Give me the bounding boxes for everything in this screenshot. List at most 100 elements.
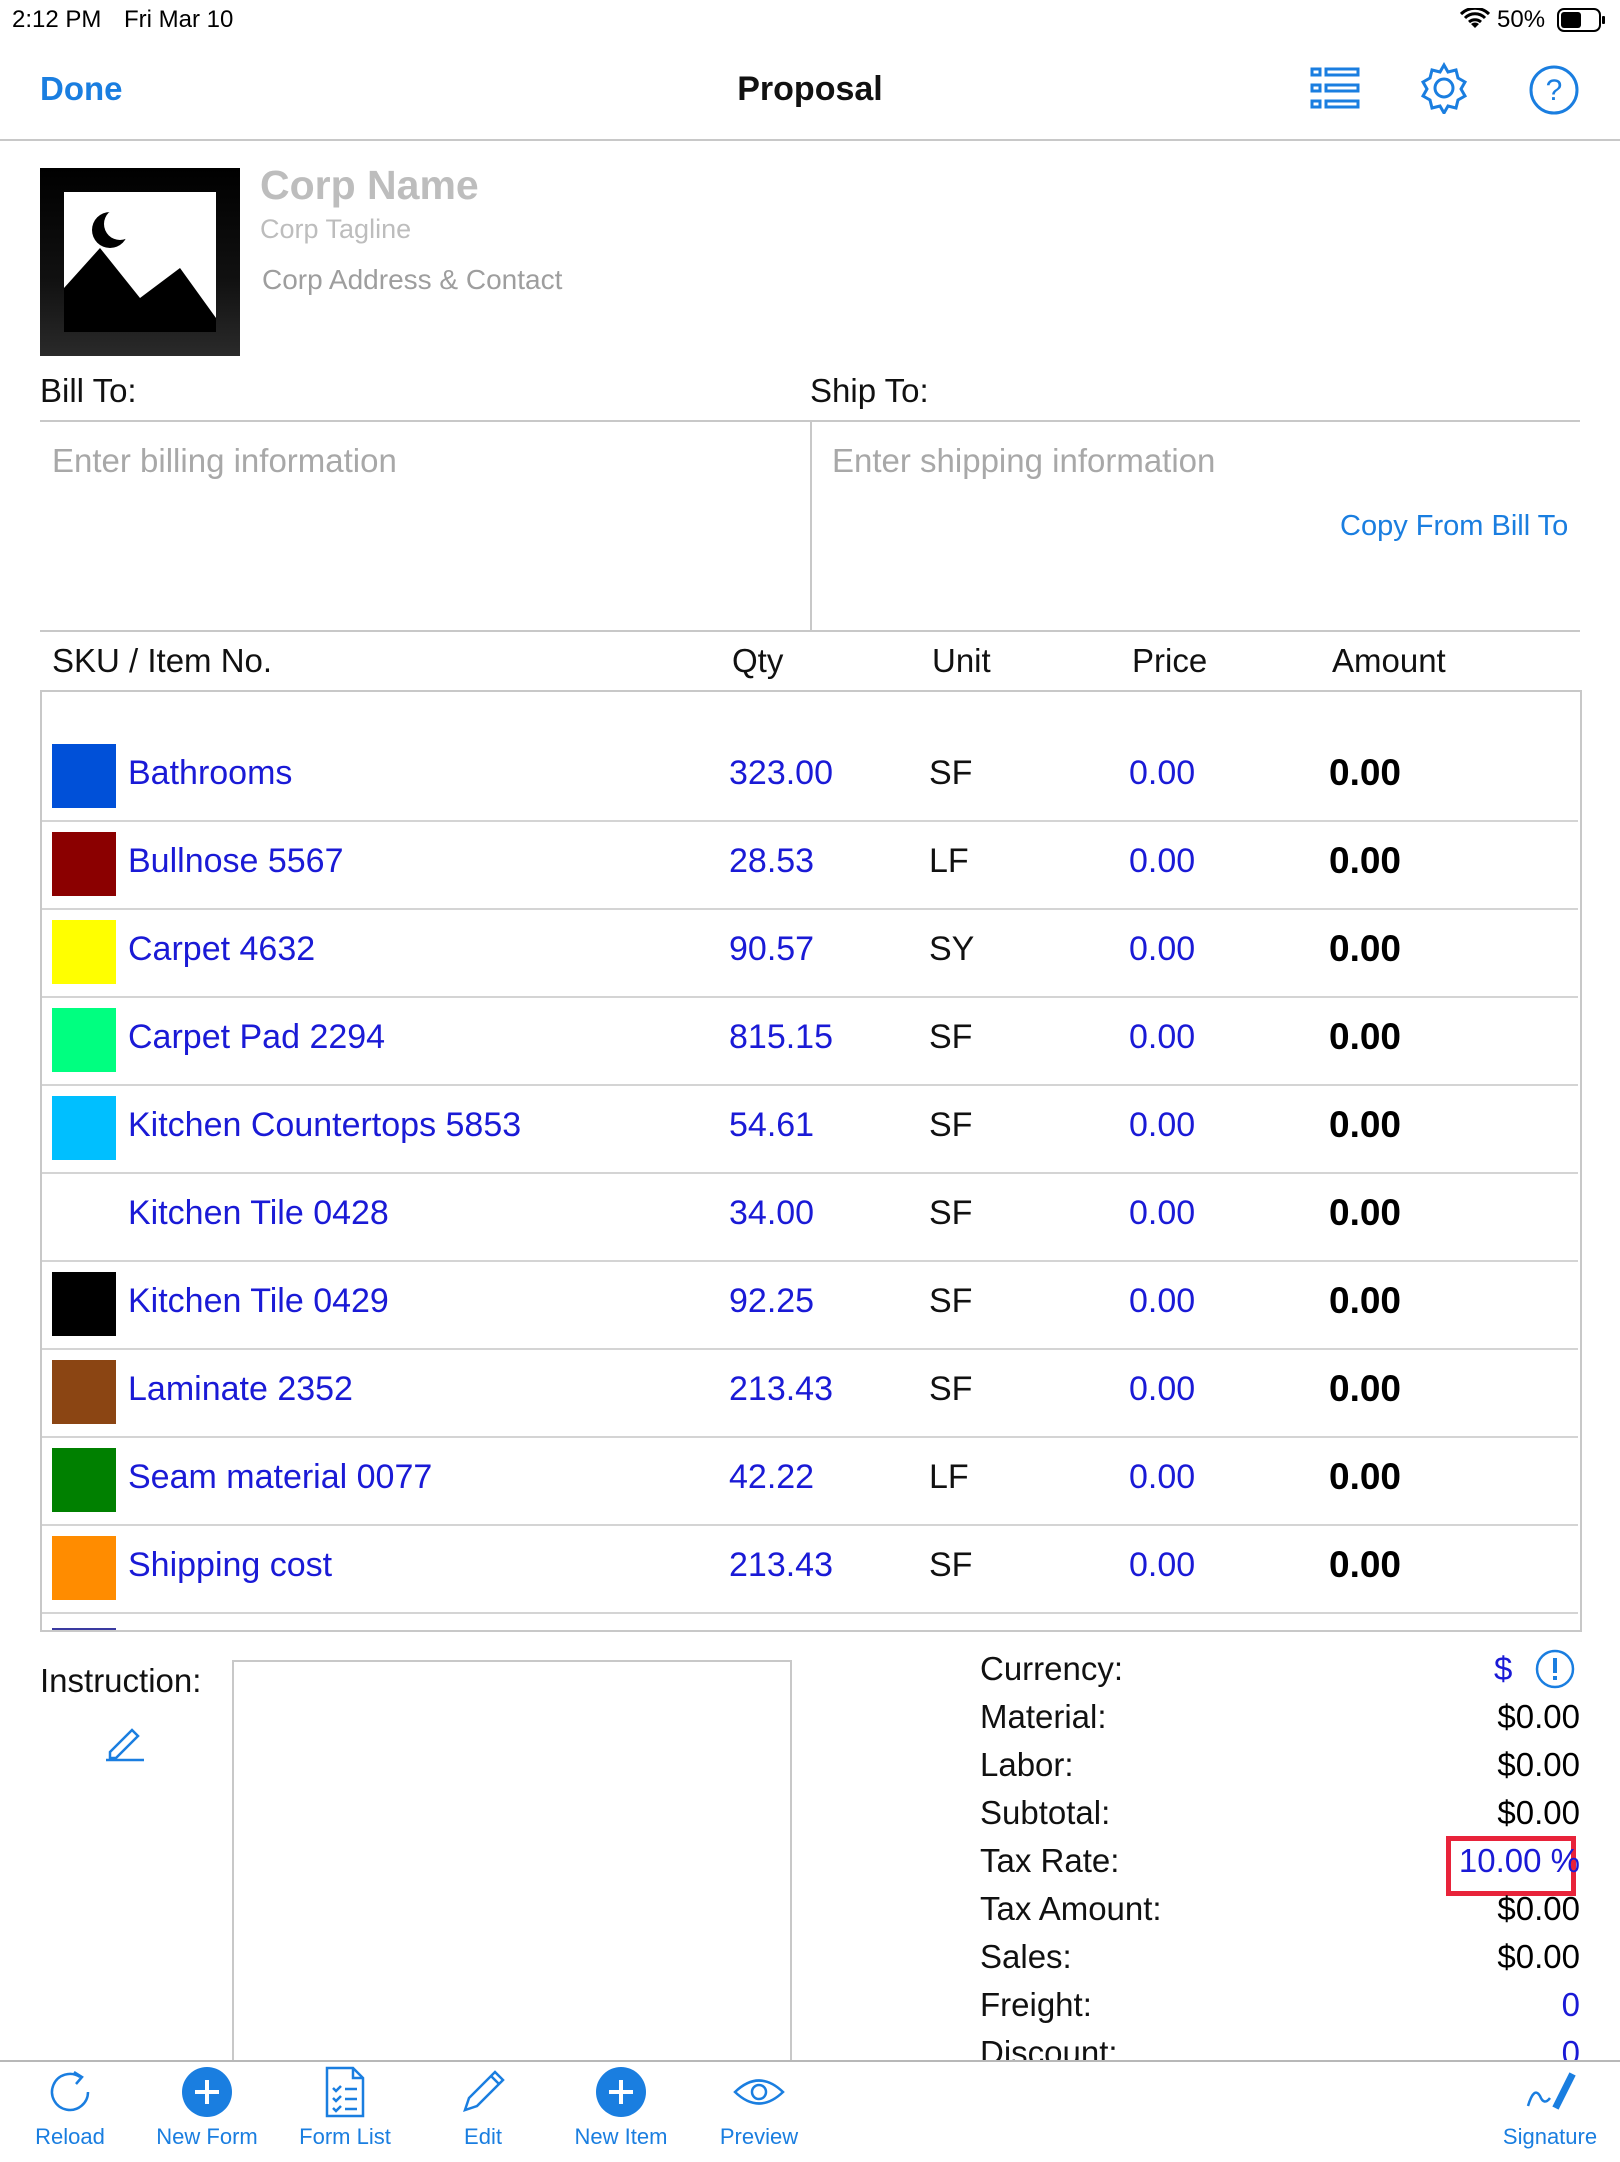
table-row[interactable]: Kitchen Countertops 5853 54.61 SF 0.00 0.00 — [42, 1084, 1578, 1174]
partial-row-swatch — [52, 1628, 116, 1630]
address-divider — [810, 420, 812, 630]
item-price[interactable]: 0.00 — [1129, 930, 1195, 969]
item-qty[interactable]: 213.43 — [729, 1546, 833, 1585]
edit-label: Edit — [464, 2124, 502, 2149]
item-name[interactable]: Seam material 0077 — [128, 1458, 432, 1497]
item-name[interactable]: Kitchen Tile 0428 — [128, 1194, 389, 1233]
tax-amount-value: $0.00 — [1497, 1890, 1580, 1927]
currency-label: Currency: — [980, 1650, 1124, 1687]
new-form-button[interactable]: New Form — [137, 2064, 277, 2150]
corp-name[interactable]: Corp Name — [260, 162, 479, 209]
col-header-price: Price — [1132, 642, 1208, 679]
material-label: Material: — [980, 1698, 1107, 1735]
table-row[interactable]: Bullnose 5567 28.53 LF 0.00 0.00 — [42, 820, 1578, 910]
corp-address[interactable]: Corp Address & Contact — [262, 264, 562, 296]
color-swatch — [52, 1184, 116, 1248]
form-list-label: Form List — [299, 2124, 391, 2149]
signature-button[interactable]: Signature — [1480, 2064, 1620, 2150]
signature-pen-icon — [1480, 2064, 1620, 2120]
reload-button[interactable]: Reload — [0, 2064, 140, 2150]
item-price[interactable]: 0.00 — [1129, 842, 1195, 881]
item-unit: SF — [929, 1282, 973, 1320]
item-amount: 0.00 — [1329, 1192, 1402, 1233]
item-qty[interactable]: 42.22 — [729, 1458, 814, 1497]
item-name[interactable]: Carpet Pad 2294 — [128, 1018, 385, 1057]
info-icon[interactable] — [1534, 1648, 1576, 1695]
item-amount: 0.00 — [1329, 1368, 1402, 1409]
shipping-field[interactable]: Enter shipping information — [832, 442, 1215, 480]
item-amount: 0.00 — [1329, 1016, 1402, 1057]
item-unit: LF — [929, 842, 969, 880]
pencil-icon[interactable] — [104, 1722, 146, 1767]
signature-label: Signature — [1502, 2124, 1598, 2149]
preview-button[interactable]: Preview — [689, 2064, 829, 2150]
corp-tagline[interactable]: Corp Tagline — [260, 214, 411, 245]
item-name[interactable]: Kitchen Countertops 5853 — [128, 1106, 521, 1145]
instruction-field[interactable] — [232, 1660, 792, 2072]
item-price[interactable]: 0.00 — [1129, 1546, 1195, 1585]
item-amount: 0.00 — [1329, 752, 1402, 793]
form-list-button[interactable]: Form List — [275, 2064, 415, 2150]
item-name[interactable]: Kitchen Tile 0429 — [128, 1282, 389, 1321]
item-amount: 0.00 — [1329, 1104, 1402, 1145]
item-name[interactable]: Carpet 4632 — [128, 930, 315, 969]
freight-label: Freight: — [980, 1986, 1092, 2023]
item-name[interactable]: Laminate 2352 — [128, 1370, 353, 1409]
item-name[interactable]: Bathrooms — [128, 754, 292, 793]
bill-to-label: Bill To: — [40, 372, 137, 409]
item-price[interactable]: 0.00 — [1129, 1282, 1195, 1321]
item-price[interactable]: 0.00 — [1129, 1370, 1195, 1409]
item-name[interactable]: Bullnose 5567 — [128, 842, 344, 881]
item-qty[interactable]: 213.43 — [729, 1370, 833, 1409]
table-row[interactable]: Carpet Pad 2294 815.15 SF 0.00 0.00 — [42, 996, 1578, 1086]
item-unit: SF — [929, 1106, 973, 1144]
color-swatch — [52, 1272, 116, 1336]
item-unit: SY — [929, 930, 975, 968]
edit-button[interactable]: Edit — [413, 2064, 553, 2150]
new-item-button[interactable]: New Item — [551, 2064, 691, 2150]
items-table[interactable]: Bathrooms 323.00 SF 0.00 0.00 Bullnose 5567 28… — [40, 690, 1582, 1632]
table-row[interactable]: Kitchen Tile 0429 92.25 SF 0.00 0.00 — [42, 1260, 1578, 1350]
item-qty[interactable]: 90.57 — [729, 930, 814, 969]
item-amount: 0.00 — [1329, 928, 1402, 969]
table-row[interactable]: Kitchen Tile 0428 34.00 SF 0.00 0.00 — [42, 1172, 1578, 1262]
item-qty[interactable]: 28.53 — [729, 842, 814, 881]
new-form-label: New Form — [156, 2124, 258, 2149]
tax-rate-label: Tax Rate: — [980, 1842, 1120, 1879]
item-name[interactable]: Shipping cost — [128, 1546, 332, 1585]
billing-field[interactable]: Enter billing information — [52, 442, 397, 480]
item-qty[interactable]: 92.25 — [729, 1282, 814, 1321]
item-qty[interactable]: 54.61 — [729, 1106, 814, 1145]
help-icon[interactable]: ? — [1528, 64, 1580, 121]
col-header-sku: SKU / Item No. — [52, 642, 273, 679]
corp-logo[interactable] — [40, 168, 240, 356]
item-qty[interactable]: 323.00 — [729, 754, 833, 793]
color-swatch — [52, 920, 116, 984]
item-amount: 0.00 — [1329, 1544, 1402, 1585]
color-swatch — [52, 1096, 116, 1160]
table-row[interactable]: Carpet 4632 90.57 SY 0.00 0.00 — [42, 908, 1578, 998]
item-amount: 0.00 — [1329, 840, 1402, 881]
item-price[interactable]: 0.00 — [1129, 1106, 1195, 1145]
item-price[interactable]: 0.00 — [1129, 1194, 1195, 1233]
table-row[interactable]: Shipping cost 213.43 SF 0.00 0.00 — [42, 1524, 1578, 1614]
item-price[interactable]: 0.00 — [1129, 1018, 1195, 1057]
list-icon[interactable] — [1310, 66, 1362, 115]
table-row[interactable]: Laminate 2352 213.43 SF 0.00 0.00 — [42, 1348, 1578, 1438]
col-header-amount: Amount — [1332, 642, 1446, 679]
tax-rate-value[interactable]: 10.00 % — [1320, 1842, 1580, 1880]
freight-value[interactable]: 0 — [1320, 1986, 1580, 2024]
gear-icon[interactable] — [1418, 61, 1470, 119]
currency-value[interactable]: $ — [1494, 1650, 1512, 1688]
material-value: $0.00 — [1497, 1698, 1580, 1735]
status-time: 2:12 PM — [12, 6, 102, 33]
item-price[interactable]: 0.00 — [1129, 1458, 1195, 1497]
item-price[interactable]: 0.00 — [1129, 754, 1195, 793]
item-qty[interactable]: 815.15 — [729, 1018, 833, 1057]
table-row[interactable]: Bathrooms 323.00 SF 0.00 0.00 — [42, 732, 1578, 822]
item-qty[interactable]: 34.00 — [729, 1194, 814, 1233]
labor-value: $0.00 — [1497, 1746, 1580, 1783]
col-header-qty: Qty — [732, 642, 784, 679]
copy-from-bill-to-button[interactable]: Copy From Bill To — [1340, 510, 1568, 543]
table-row[interactable]: Seam material 0077 42.22 LF 0.00 0.00 — [42, 1436, 1578, 1526]
